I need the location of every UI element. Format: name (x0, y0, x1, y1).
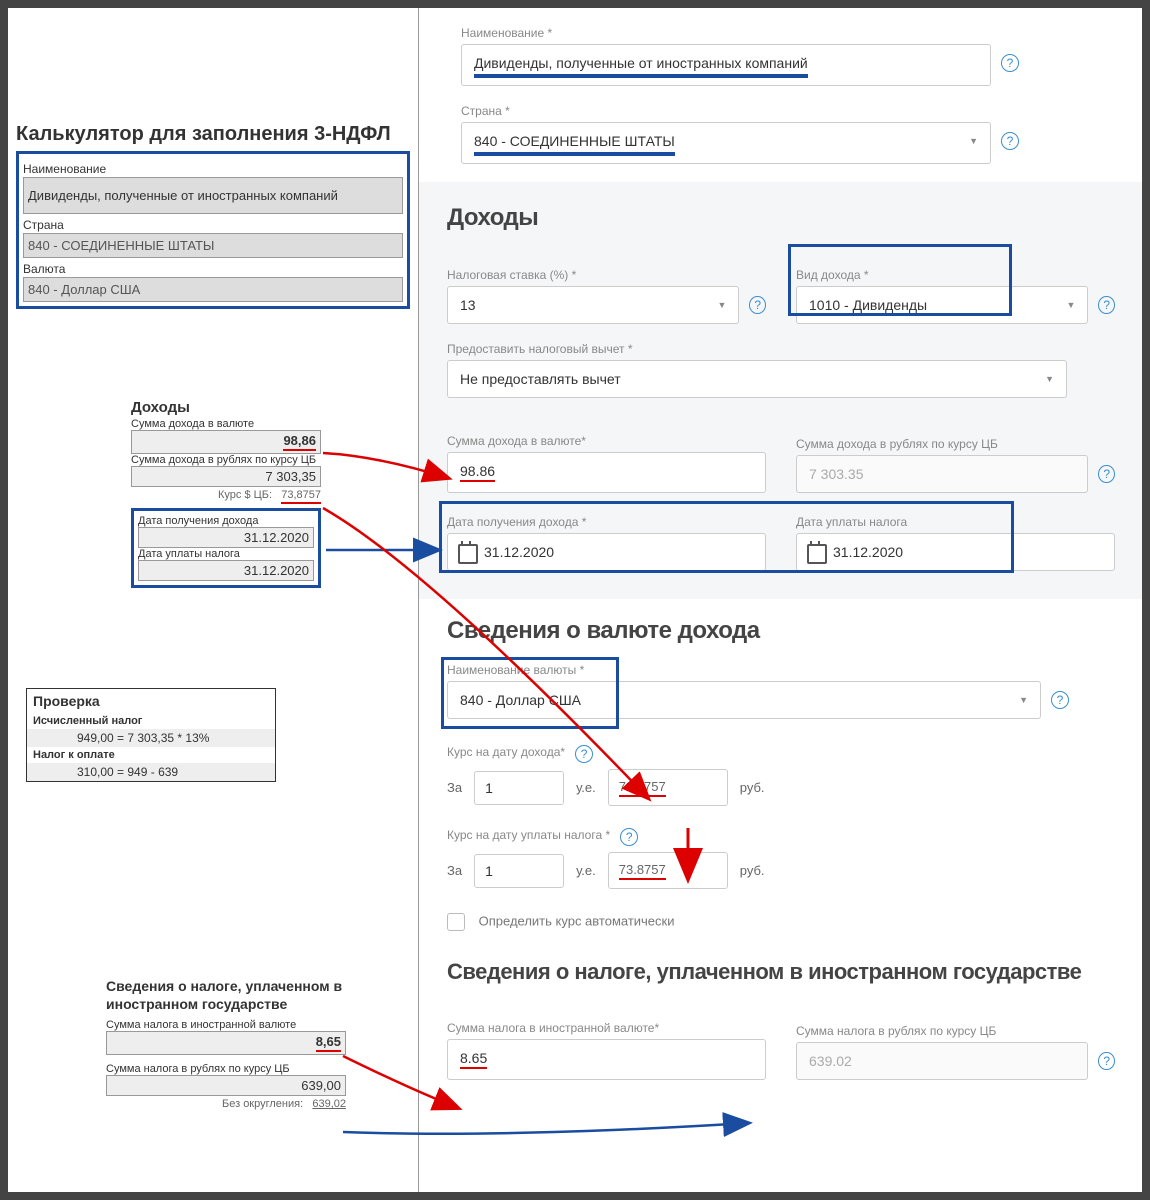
income-header: Доходы (447, 204, 1115, 232)
date-in-input[interactable]: 31.12.2020 (447, 533, 766, 571)
curname-label: Наименование валюты * (447, 663, 1115, 677)
calc-sum-cur-label: Сумма дохода в валюте (131, 418, 321, 430)
rate-pay-value[interactable]: 73.8757 (608, 852, 728, 889)
calc-country-value: 840 - СОЕДИНЕННЫЕ ШТАТЫ (23, 233, 403, 258)
calc-tax-noround: Без округления: 639,02 (106, 1098, 346, 1110)
sum-rub-label: Сумма дохода в рублях по курсу ЦБ (796, 437, 1115, 451)
tax-cur-label: Сумма налога в иностранной валюте* (447, 1021, 766, 1035)
check-calc-value: 949,00 = 7 303,35 * 13% (27, 729, 275, 747)
tax-cur-input[interactable]: 8.65 (447, 1039, 766, 1080)
check-calc-label: Исчисленный налог (27, 713, 275, 729)
calc-rate-row: Курс $ ЦБ: 73,8757 (131, 489, 321, 504)
calc-date-in-label: Дата получения дохода (138, 515, 314, 527)
rate-in-label: Курс на дату дохода* ? (447, 745, 1115, 763)
date-pay-input[interactable]: 31.12.2020 (796, 533, 1115, 571)
tax-header: Сведения о налоге, уплаченном в иностран… (447, 959, 1115, 985)
sum-cur-label: Сумма дохода в валюте* (447, 434, 766, 448)
date-in-label: Дата получения дохода * (447, 515, 766, 529)
calc-tax-cur-label: Сумма налога в иностранной валюте (106, 1019, 346, 1031)
rub-text: руб. (740, 863, 765, 878)
ue-text: у.е. (576, 780, 596, 795)
calc-tax-header: Сведения о налоге, уплаченном в иностран… (106, 977, 346, 1013)
kind-select[interactable]: 1010 - Дивиденды (796, 286, 1088, 324)
calc-income-section: Доходы Сумма дохода в валюте 98,86 Сумма… (131, 399, 321, 588)
calc-name-label: Наименование (23, 162, 403, 176)
calc-sum-rub-value: 7 303,35 (131, 466, 321, 487)
form-name-input[interactable]: Дивиденды, полученные от иностранных ком… (461, 44, 991, 86)
calc-tax-rub-label: Сумма налога в рублях по курсу ЦБ (106, 1063, 346, 1075)
help-icon[interactable]: ? (1098, 465, 1115, 483)
help-icon[interactable]: ? (1051, 691, 1069, 709)
curname-select[interactable]: 840 - Доллар США (447, 681, 1041, 719)
calc-currency-value: 840 - Доллар США (23, 277, 403, 302)
help-icon[interactable]: ? (1098, 1052, 1115, 1070)
rub-text: руб. (740, 780, 765, 795)
calc-tax-cur-value: 8,65 (106, 1031, 346, 1055)
rate-pay-row: За 1 у.е. 73.8757 руб. (447, 852, 1115, 889)
calc-box-main: Наименование Дивиденды, полученные от ин… (16, 151, 410, 309)
calc-sum-cur-value: 98,86 (131, 430, 321, 454)
za-text: За (447, 863, 462, 878)
curinfo-header: Сведения о валюте дохода (447, 617, 1115, 645)
check-box: Проверка Исчисленный налог 949,00 = 7 30… (26, 688, 276, 782)
checkbox-icon[interactable] (447, 913, 465, 931)
rate-pay-label: Курс на дату уплаты налога * ? (447, 828, 1115, 846)
calc-currency-label: Валюта (23, 262, 403, 276)
sum-rub-input: 7 303.35 (796, 455, 1088, 493)
deduct-select[interactable]: Не предоставлять вычет (447, 360, 1067, 398)
form-country-label: Страна * (461, 104, 1142, 118)
form-name-label: Наименование * (461, 26, 1142, 40)
za-text: За (447, 780, 462, 795)
tax-rub-label: Сумма налога в рублях по курсу ЦБ (796, 1024, 1115, 1038)
form-country-select[interactable]: 840 - СОЕДИНЕННЫЕ ШТАТЫ (461, 122, 991, 164)
check-header: Проверка (27, 689, 275, 713)
calc-country-label: Страна (23, 218, 403, 232)
calc-date-pay-label: Дата уплаты налога (138, 548, 314, 560)
check-due-value: 310,00 = 949 - 639 (27, 763, 275, 781)
rate-pct-select[interactable]: 13 (447, 286, 739, 324)
auto-check-row[interactable]: Определить курс автоматически (447, 913, 1115, 931)
help-icon[interactable]: ? (620, 828, 638, 846)
calc-date-in-value: 31.12.2020 (138, 527, 314, 548)
kind-label: Вид дохода * (796, 268, 1115, 282)
rate-in-unit[interactable]: 1 (474, 771, 564, 805)
calc-tax-section: Сведения о налоге, уплаченном в иностран… (106, 977, 346, 1110)
help-icon[interactable]: ? (1098, 296, 1115, 314)
help-icon[interactable]: ? (1001, 132, 1019, 150)
calc-date-pay-value: 31.12.2020 (138, 560, 314, 581)
calculator-title: Калькулятор для заполнения 3-НДФЛ (16, 123, 410, 146)
help-icon[interactable]: ? (749, 296, 766, 314)
rate-pay-unit[interactable]: 1 (474, 854, 564, 888)
help-icon[interactable]: ? (1001, 54, 1019, 72)
calc-income-header: Доходы (131, 399, 321, 416)
rate-pct-label: Налоговая ставка (%) * (447, 268, 766, 282)
check-due-label: Налог к оплате (27, 747, 275, 763)
tax-rub-input: 639.02 (796, 1042, 1088, 1080)
help-icon[interactable]: ? (575, 745, 593, 763)
sum-cur-input[interactable]: 98.86 (447, 452, 766, 493)
calc-sum-rub-label: Сумма дохода в рублях по курсу ЦБ (131, 454, 321, 466)
ue-text: у.е. (576, 863, 596, 878)
deduct-label: Предоставить налоговый вычет * (447, 342, 1115, 356)
calc-tax-rub-value: 639,00 (106, 1075, 346, 1096)
calc-dates-box: Дата получения дохода 31.12.2020 Дата уп… (131, 508, 321, 588)
calc-name-value: Дивиденды, полученные от иностранных ком… (23, 177, 403, 214)
date-pay-label: Дата уплаты налога (796, 515, 1115, 529)
auto-check-label: Определить курс автоматически (479, 913, 675, 928)
rate-in-row: За 1 у.е. 73.8757 руб. (447, 769, 1115, 806)
rate-in-value[interactable]: 73.8757 (608, 769, 728, 806)
